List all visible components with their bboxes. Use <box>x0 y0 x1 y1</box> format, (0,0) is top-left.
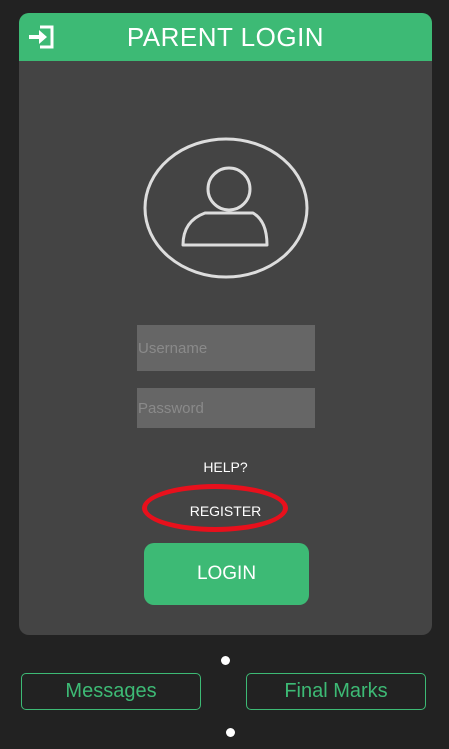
username-input[interactable] <box>137 325 315 371</box>
page-indicator-dot <box>221 656 230 665</box>
password-input[interactable] <box>137 388 315 428</box>
help-link[interactable]: HELP? <box>19 458 432 476</box>
user-icon <box>181 166 269 247</box>
card-header: PARENT LOGIN <box>19 13 432 61</box>
messages-button[interactable]: Messages <box>21 673 201 710</box>
page-title: PARENT LOGIN <box>126 22 325 52</box>
page-indicator-dot <box>226 728 235 737</box>
sign-in-icon[interactable] <box>27 25 55 49</box>
final-marks-button[interactable]: Final Marks <box>246 673 426 710</box>
register-link[interactable]: REGISTER <box>19 502 432 520</box>
login-button[interactable]: LOGIN <box>144 543 309 605</box>
avatar <box>143 137 309 279</box>
login-card: PARENT LOGIN HELP? REGISTER LOGIN <box>19 13 432 635</box>
